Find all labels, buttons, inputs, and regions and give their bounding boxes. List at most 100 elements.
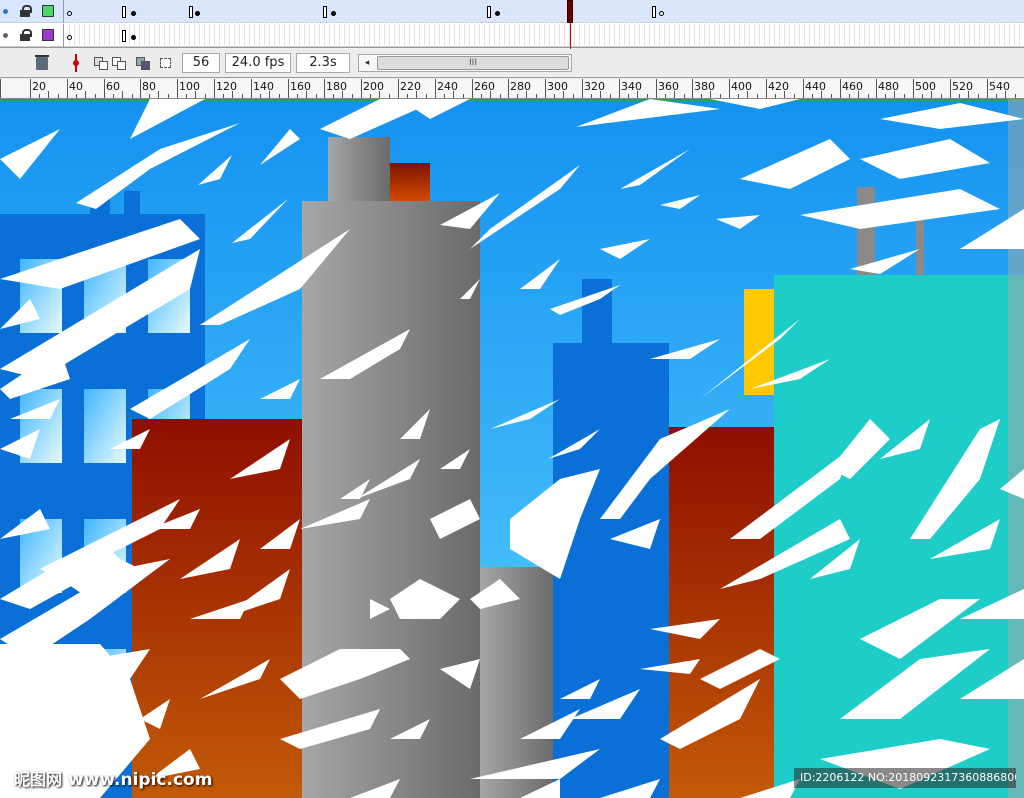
blank-keyframe[interactable] xyxy=(67,35,72,40)
frame-rate-field[interactable]: 24.0 fps xyxy=(225,53,291,73)
keyframe-end[interactable] xyxy=(487,6,491,18)
timeline-scrollbar[interactable]: ◂ III xyxy=(358,54,572,72)
ruler-minor-tick xyxy=(113,94,114,98)
keyframe-end[interactable] xyxy=(122,30,126,42)
ruler-major-tick xyxy=(913,79,914,98)
keyframe[interactable] xyxy=(195,11,200,16)
layer-outline-color-swatch[interactable] xyxy=(42,29,54,41)
layer-2-frames[interactable] xyxy=(65,24,1024,47)
ruler-label: 60 xyxy=(106,80,120,93)
keyframe[interactable] xyxy=(331,11,336,16)
ruler-label: 480 xyxy=(878,80,899,93)
ruler-label: 100 xyxy=(179,80,200,93)
ruler-minor-tick xyxy=(260,94,261,98)
ruler-minor-tick xyxy=(463,94,464,98)
keyframe-end[interactable] xyxy=(652,6,656,18)
scroll-thumb[interactable]: III xyxy=(377,56,569,70)
ruler-minor-tick xyxy=(389,94,390,98)
lock-icon[interactable] xyxy=(20,29,32,41)
blank-keyframe[interactable] xyxy=(67,11,72,16)
keyframe[interactable] xyxy=(131,11,136,16)
ruler-minor-tick xyxy=(1005,91,1006,98)
ruler-minor-tick xyxy=(205,94,206,98)
ruler-minor-tick xyxy=(232,91,233,98)
show-layer-dot-icon[interactable] xyxy=(3,9,8,14)
layer-row-1[interactable] xyxy=(0,0,1024,23)
blank-keyframe[interactable] xyxy=(659,11,664,16)
ruler-minor-tick xyxy=(747,91,748,98)
ruler-major-tick xyxy=(545,79,546,98)
modify-onion-markers-icon[interactable] xyxy=(158,54,174,72)
ruler-minor-tick xyxy=(674,91,675,98)
ruler-minor-tick xyxy=(831,94,832,98)
ruler-minor-tick xyxy=(297,94,298,98)
ruler-label: 540 xyxy=(989,80,1010,93)
ruler-minor-tick xyxy=(95,94,96,98)
ruler-minor-tick xyxy=(978,94,979,98)
ruler-minor-tick xyxy=(306,91,307,98)
ruler-minor-tick xyxy=(122,91,123,98)
ruler-major-tick xyxy=(251,79,252,98)
scroll-left-arrow-icon[interactable]: ◂ xyxy=(359,55,375,71)
layer-2-header[interactable] xyxy=(0,24,64,47)
ruler-label: 300 xyxy=(547,80,568,93)
ruler-major-tick xyxy=(876,79,877,98)
ruler-minor-tick xyxy=(894,91,895,98)
ruler-minor-tick xyxy=(195,91,196,98)
ruler-label: 440 xyxy=(805,80,826,93)
ruler-minor-tick xyxy=(647,94,648,98)
show-layer-dot-icon[interactable] xyxy=(3,33,8,38)
stage-canvas[interactable] xyxy=(0,99,1024,798)
ruler-minor-tick xyxy=(168,94,169,98)
ruler-minor-tick xyxy=(132,94,133,98)
lock-icon[interactable] xyxy=(20,5,32,17)
ruler-minor-tick xyxy=(1015,94,1016,98)
ruler-label: 420 xyxy=(768,80,789,93)
ruler-major-tick xyxy=(692,79,693,98)
ruler-minor-tick xyxy=(738,94,739,98)
ruler-label: 160 xyxy=(290,80,311,93)
ruler-minor-tick xyxy=(904,94,905,98)
layer-1-header[interactable] xyxy=(0,0,64,23)
watermark-id: ID:2206122 NO:20180923173608868000 xyxy=(794,768,1016,788)
ruler-minor-tick xyxy=(821,91,822,98)
playhead[interactable] xyxy=(567,0,573,23)
ruler-label: 180 xyxy=(326,80,347,93)
center-frame-icon[interactable] xyxy=(71,54,81,72)
ruler-minor-tick xyxy=(416,91,417,98)
ruler-label: 400 xyxy=(731,80,752,93)
ruler-minor-tick xyxy=(379,91,380,98)
onion-skin-outlines-icon[interactable] xyxy=(112,54,128,72)
ruler-minor-tick xyxy=(269,91,270,98)
watermark-site-cn: 昵图网 xyxy=(14,770,63,789)
ruler-minor-tick xyxy=(610,94,611,98)
ruler-major-tick xyxy=(840,79,841,98)
ruler-minor-tick xyxy=(563,91,564,98)
ruler-major-tick xyxy=(729,79,730,98)
ruler-minor-tick xyxy=(554,94,555,98)
ruler-major-tick xyxy=(67,79,68,98)
ruler-minor-tick xyxy=(784,91,785,98)
ruler-label: 120 xyxy=(216,80,237,93)
trash-icon[interactable] xyxy=(35,54,49,72)
layer-row-2[interactable] xyxy=(0,24,1024,47)
edit-multiple-frames-icon[interactable] xyxy=(136,54,152,72)
red-building-left xyxy=(132,419,304,798)
ruler-minor-tick xyxy=(775,94,776,98)
ruler-label: 240 xyxy=(437,80,458,93)
ruler-minor-tick xyxy=(316,94,317,98)
keyframe-end[interactable] xyxy=(189,6,193,18)
keyframe-end[interactable] xyxy=(323,6,327,18)
ruler-major-tick xyxy=(987,79,988,98)
layer-outline-color-swatch[interactable] xyxy=(42,5,54,17)
ruler-label: 260 xyxy=(474,80,495,93)
timeline-controls: 56 24.0 fps 2.3s ◂ III xyxy=(0,49,1024,78)
keyframe-end[interactable] xyxy=(122,6,126,18)
layer-1-frames[interactable] xyxy=(65,0,1024,23)
keyframe[interactable] xyxy=(131,35,136,40)
ruler-minor-tick xyxy=(352,94,353,98)
ruler-minor-tick xyxy=(158,91,159,98)
keyframe[interactable] xyxy=(495,11,500,16)
watermark-site-url: www.nipic.com xyxy=(68,770,213,790)
onion-skin-icon[interactable] xyxy=(94,54,110,72)
